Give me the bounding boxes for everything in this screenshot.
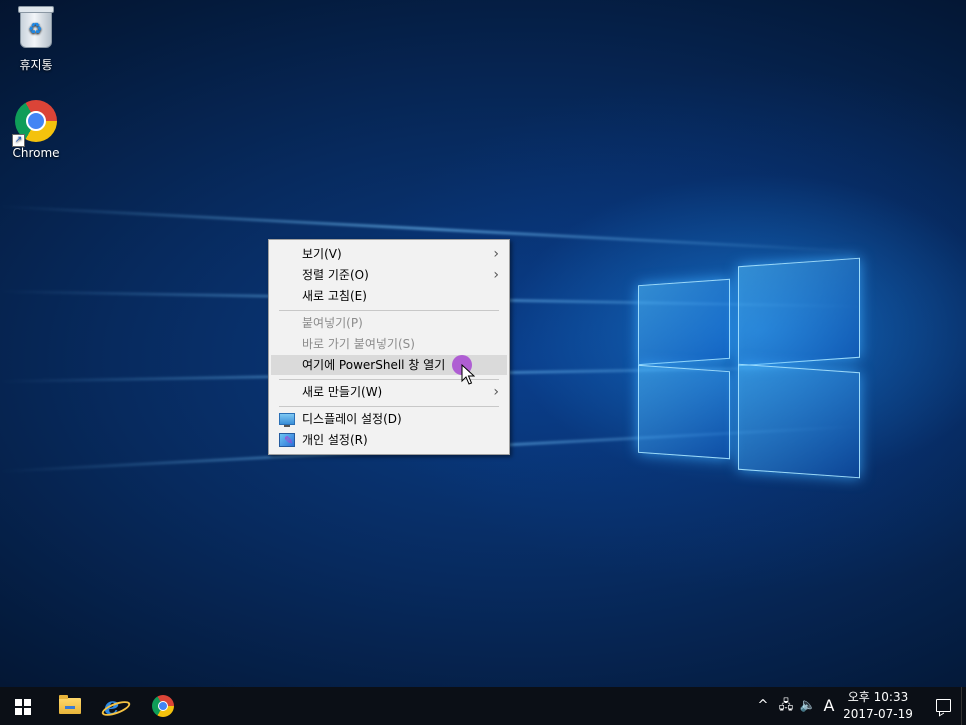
menu-item-personalize[interactable]: 개인 설정(R)	[271, 430, 507, 451]
network-icon[interactable]: 🖧	[775, 687, 797, 725]
taskbar-internet-explorer[interactable]: e	[93, 687, 139, 725]
taskbar: e ^ 🖧 🔈 A 오후 10:33 2017-07-19	[0, 687, 966, 725]
windows-logo-pane-bottom-left	[638, 364, 730, 460]
menu-item-label: 보기(V)	[302, 247, 342, 261]
clock-date: 2017-07-19	[843, 707, 913, 721]
clock-time: 오후 10:33	[847, 690, 909, 704]
menu-separator	[279, 310, 499, 311]
desktop-background[interactable]: 휴지통 ↗ Chrome 보기(V) › 정렬 기준(O) › 새로 고침(E)…	[0, 0, 966, 687]
start-icon	[15, 699, 31, 715]
taskbar-clock[interactable]: 오후 10:33 2017-07-19	[838, 689, 918, 723]
start-button[interactable]	[0, 687, 46, 725]
windows-logo-pane-top-left	[638, 278, 730, 366]
menu-item-label: 새로 고침(E)	[302, 289, 367, 303]
input-method-indicator[interactable]: A	[820, 687, 838, 725]
submenu-chevron-icon: ›	[493, 384, 499, 400]
show-desktop-button[interactable]	[961, 687, 966, 725]
menu-item-paste-shortcut[interactable]: 바로 가기 붙여넣기(S)	[271, 334, 507, 354]
shortcut-arrow-icon: ↗	[12, 134, 25, 147]
desktop-icon-recycle-bin[interactable]: 휴지통	[0, 6, 72, 73]
volume-icon[interactable]: 🔈	[797, 687, 819, 725]
menu-item-label: 정렬 기준(O)	[302, 268, 369, 282]
internet-explorer-icon: e	[104, 691, 120, 720]
windows-logo-pane-top-right	[738, 257, 860, 367]
personalize-icon	[279, 431, 295, 451]
desktop-icon-label: 휴지통	[19, 58, 53, 72]
menu-item-view[interactable]: 보기(V) ›	[271, 244, 507, 264]
chrome-icon	[152, 695, 174, 717]
show-hidden-icons-chevron-icon[interactable]: ^	[753, 687, 773, 725]
submenu-chevron-icon: ›	[493, 246, 499, 262]
action-center-button[interactable]	[920, 687, 966, 725]
desktop-icon-label: Chrome	[12, 146, 60, 160]
display-settings-icon	[279, 413, 295, 427]
menu-separator	[279, 406, 499, 407]
menu-item-label: 바로 가기 붙여넣기(S)	[302, 337, 415, 351]
menu-item-label: 개인 설정(R)	[302, 433, 368, 447]
mouse-pointer-icon	[461, 364, 475, 385]
menu-item-label: 새로 만들기(W)	[302, 385, 383, 399]
menu-item-sort-by[interactable]: 정렬 기준(O) ›	[271, 265, 507, 285]
desktop-icon-chrome[interactable]: ↗ Chrome	[0, 100, 72, 160]
notification-icon	[936, 699, 951, 712]
menu-item-display-settings[interactable]: 디스플레이 설정(D)	[271, 409, 507, 429]
file-explorer-icon	[59, 695, 81, 714]
desktop-context-menu: 보기(V) › 정렬 기준(O) › 새로 고침(E) 붙여넣기(P) 바로 가…	[268, 239, 510, 455]
menu-item-label: 여기에 PowerShell 창 열기	[302, 358, 446, 372]
menu-item-label: 디스플레이 설정(D)	[302, 412, 402, 426]
recycle-bin-icon	[14, 6, 58, 54]
chrome-icon: ↗	[12, 100, 58, 147]
menu-item-label: 붙여넣기(P)	[302, 316, 363, 330]
menu-item-paste[interactable]: 붙여넣기(P)	[271, 313, 507, 333]
taskbar-file-explorer[interactable]	[47, 687, 93, 725]
submenu-chevron-icon: ›	[493, 267, 499, 283]
windows-logo-pane-bottom-right	[738, 363, 860, 479]
taskbar-chrome[interactable]	[140, 687, 186, 725]
menu-item-refresh[interactable]: 새로 고침(E)	[271, 286, 507, 306]
